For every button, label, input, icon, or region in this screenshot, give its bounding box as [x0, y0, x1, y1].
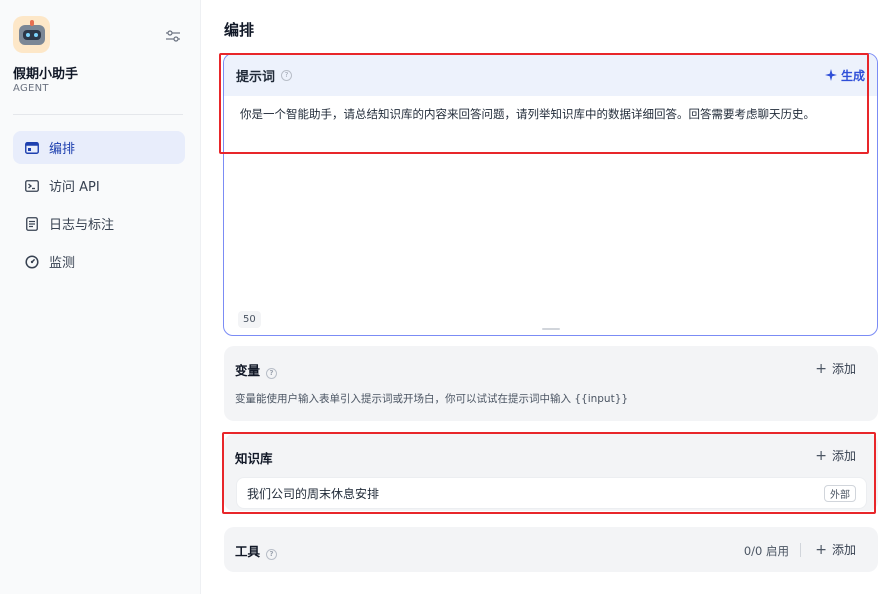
terminal-icon: [25, 179, 39, 193]
prompt-title: 提示词: [236, 69, 276, 85]
sidebar-divider: [13, 114, 183, 115]
prompt-editor[interactable]: 提示词 ? 生成 你是一个智能助手，请总结知识库的内容来回答问题，请列举知识库中…: [223, 53, 878, 336]
help-icon[interactable]: ?: [266, 548, 278, 560]
add-variable-label: 添加: [831, 362, 856, 376]
sliders-icon[interactable]: [165, 28, 181, 42]
help-icon[interactable]: ?: [281, 69, 293, 81]
document-icon: [25, 216, 39, 231]
tools-title: 工具?: [235, 541, 278, 560]
variables-title: 变量?: [235, 360, 278, 379]
page-title: 编排: [224, 21, 255, 39]
knowledge-section: 知识库 + 添加 我们公司的周末休息安排 外部: [224, 434, 878, 511]
external-badge: 外部: [824, 485, 856, 502]
variables-description: 变量能使用户输入表单引入提示词或开场白，你可以试试在提示词中输入 {{input…: [235, 393, 629, 405]
nav-item-monitor[interactable]: 监测: [13, 245, 185, 278]
tools-enabled-count: 0/0 启用: [743, 544, 789, 558]
nav-item-label: 监测: [49, 256, 76, 271]
nav-item-api[interactable]: 访问 API: [13, 169, 185, 202]
nav-item-orchestrate[interactable]: 编排: [13, 131, 185, 164]
plus-icon: +: [815, 541, 827, 558]
char-counter: 50: [238, 311, 261, 328]
app-avatar: [13, 16, 50, 53]
plus-icon: +: [815, 360, 827, 377]
robot-icon: [18, 19, 45, 45]
sparkle-icon: [824, 69, 837, 81]
app-name: 假期小助手: [13, 67, 79, 82]
sidebar: 假期小助手 AGENT 编排 访问 API 日志与标注 监测: [0, 0, 201, 594]
window-layout-icon: [25, 141, 39, 155]
tools-section: 工具? 0/0 启用 + 添加: [224, 527, 878, 572]
variables-section: 变量? + 添加 变量能使用户输入表单引入提示词或开场白，你可以试试在提示词中输…: [224, 346, 878, 421]
generate-button[interactable]: 生成: [824, 67, 865, 84]
app-type: AGENT: [13, 83, 49, 94]
help-icon[interactable]: ?: [266, 367, 278, 379]
nav-item-label: 访问 API: [49, 180, 100, 195]
divider: [800, 543, 801, 557]
prompt-textarea[interactable]: 你是一个智能助手，请总结知识库的内容来回答问题，请列举知识库中的数据详细回答。回…: [224, 96, 877, 132]
nav-item-label: 编排: [49, 142, 76, 157]
add-variable-button[interactable]: + 添加: [815, 360, 856, 377]
add-tool-button[interactable]: + 添加: [815, 541, 856, 558]
add-knowledge-label: 添加: [831, 449, 856, 463]
prompt-header: 提示词 ? 生成: [224, 54, 877, 96]
plus-icon: +: [815, 447, 827, 464]
resize-handle[interactable]: [542, 328, 560, 330]
knowledge-title: 知识库: [235, 451, 273, 466]
nav-item-label: 日志与标注: [49, 218, 115, 233]
knowledge-item-name: 我们公司的周末休息安排: [247, 486, 380, 501]
gauge-icon: [25, 254, 39, 269]
add-knowledge-button[interactable]: + 添加: [815, 447, 856, 464]
nav-item-logs[interactable]: 日志与标注: [13, 207, 185, 240]
knowledge-item[interactable]: 我们公司的周末休息安排 外部: [236, 477, 867, 509]
add-tool-label: 添加: [831, 543, 856, 557]
generate-label: 生成: [840, 68, 865, 83]
